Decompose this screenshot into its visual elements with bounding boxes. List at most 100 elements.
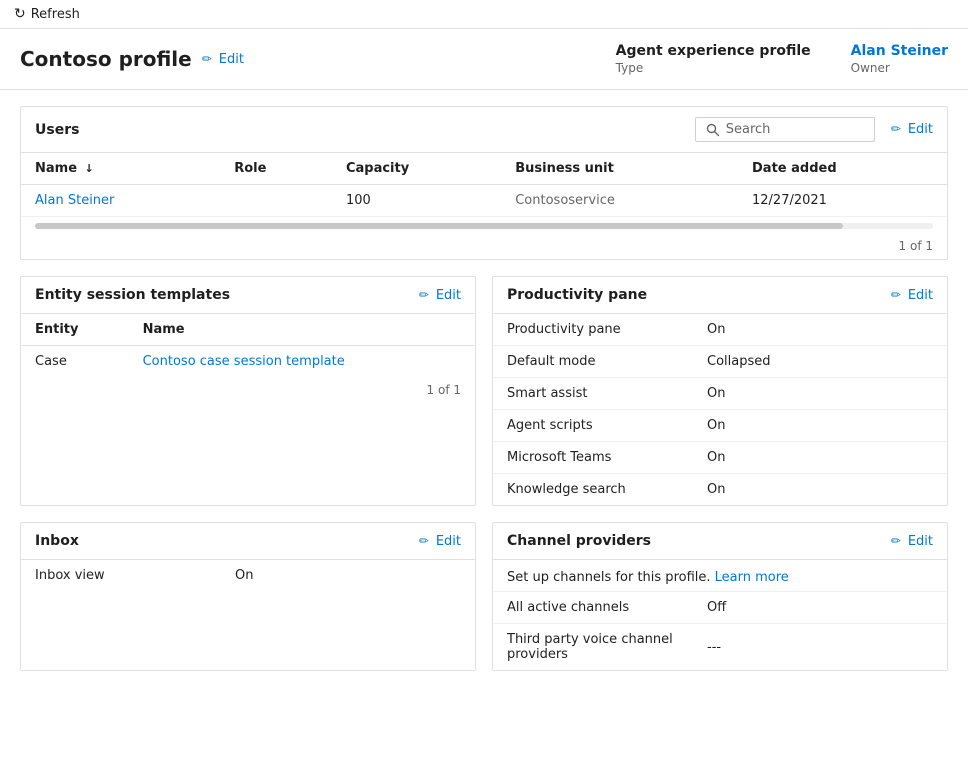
kv-value: On bbox=[707, 450, 725, 465]
col-business-unit: Business unit bbox=[501, 153, 738, 185]
search-icon bbox=[706, 123, 720, 137]
channel-providers-title: Channel providers bbox=[507, 533, 651, 549]
refresh-button[interactable]: Refresh bbox=[31, 7, 80, 22]
list-item: Smart assist On bbox=[493, 378, 947, 410]
productivity-panel-header: Productivity pane Edit bbox=[493, 277, 947, 314]
kv-value: On bbox=[707, 418, 725, 433]
entity-session-header-row: Entity Name bbox=[21, 314, 475, 346]
entity-session-body: Entity Name Case Contoso case session te… bbox=[21, 314, 475, 403]
page-header: Contoso profile Edit Agent experience pr… bbox=[0, 29, 968, 90]
users-section: Users Search Edit Name ↓ bbox=[20, 106, 948, 260]
table-row: Case Contoso case session template bbox=[21, 346, 475, 378]
main-content: Users Search Edit Name ↓ bbox=[0, 106, 968, 691]
pencil-icon bbox=[891, 534, 904, 549]
inbox-edit-button[interactable]: Edit bbox=[419, 534, 461, 549]
users-section-actions: Search Edit bbox=[695, 117, 933, 142]
kv-label: Third party voice channel providers bbox=[507, 632, 707, 662]
users-pagination: 1 of 1 bbox=[21, 233, 947, 259]
list-item: Agent scripts On bbox=[493, 410, 947, 442]
pencil-icon bbox=[202, 52, 215, 67]
col-role: Role bbox=[220, 153, 332, 185]
profile-owner-value: Alan Steiner bbox=[851, 43, 948, 59]
kv-label: Agent scripts bbox=[507, 418, 707, 433]
refresh-icon bbox=[14, 6, 31, 22]
pencil-icon bbox=[891, 122, 904, 137]
inbox-panel-header: Inbox Edit bbox=[21, 523, 475, 560]
kv-value: On bbox=[235, 568, 253, 583]
list-item: Knowledge search On bbox=[493, 474, 947, 505]
scroll-thumb bbox=[35, 223, 843, 229]
inbox-panel: Inbox Edit Inbox view On bbox=[20, 522, 476, 671]
list-item: Third party voice channel providers --- bbox=[493, 624, 947, 670]
profile-type-label: Type bbox=[616, 61, 811, 75]
list-item: Default mode Collapsed bbox=[493, 346, 947, 378]
productivity-panel: Productivity pane Edit Productivity pane… bbox=[492, 276, 948, 506]
header-left: Contoso profile Edit bbox=[20, 47, 244, 71]
learn-more-link[interactable]: Learn more bbox=[715, 570, 789, 585]
profile-type-meta: Agent experience profile Type bbox=[616, 43, 811, 75]
entity-session-pagination: 1 of 1 bbox=[21, 377, 475, 403]
channel-description: Set up channels for this profile. Learn … bbox=[493, 560, 947, 592]
top-bar: Refresh bbox=[0, 0, 968, 29]
kv-value: On bbox=[707, 482, 725, 497]
kv-value: Collapsed bbox=[707, 354, 771, 369]
col-date-added: Date added bbox=[738, 153, 947, 185]
entity-session-panel-header: Entity session templates Edit bbox=[21, 277, 475, 314]
kv-label: Default mode bbox=[507, 354, 707, 369]
kv-label: Microsoft Teams bbox=[507, 450, 707, 465]
list-item: Inbox view On bbox=[21, 560, 475, 591]
channel-providers-panel-header: Channel providers Edit bbox=[493, 523, 947, 560]
channel-providers-edit-button[interactable]: Edit bbox=[891, 534, 933, 549]
bottom-two-col: Inbox Edit Inbox view On Channel provide… bbox=[20, 522, 948, 671]
channel-providers-body: Set up channels for this profile. Learn … bbox=[493, 560, 947, 670]
mid-two-col: Entity session templates Edit Entity Nam… bbox=[20, 276, 948, 506]
kv-value: On bbox=[707, 322, 725, 337]
users-table: Name ↓ Role Capacity Business unit Date … bbox=[21, 153, 947, 217]
kv-label: Inbox view bbox=[35, 568, 235, 583]
user-date-added-cell: 12/27/2021 bbox=[738, 185, 947, 217]
list-item: Productivity pane On bbox=[493, 314, 947, 346]
user-capacity-cell: 100 bbox=[332, 185, 501, 217]
entity-session-edit-button[interactable]: Edit bbox=[419, 288, 461, 303]
pencil-icon bbox=[891, 288, 904, 303]
user-business-unit-cell: Contososervice bbox=[501, 185, 738, 217]
table-row: Alan Steiner 100 Contososervice 12/27/20… bbox=[21, 185, 947, 217]
horizontal-scrollbar[interactable] bbox=[35, 223, 933, 229]
profile-owner-meta: Alan Steiner Owner bbox=[851, 43, 948, 75]
col-capacity: Capacity bbox=[332, 153, 501, 185]
user-name-cell[interactable]: Alan Steiner bbox=[21, 185, 220, 217]
col-name: Name bbox=[129, 314, 475, 346]
users-table-header-row: Name ↓ Role Capacity Business unit Date … bbox=[21, 153, 947, 185]
users-section-header: Users Search Edit bbox=[21, 107, 947, 153]
profile-owner-label: Owner bbox=[851, 61, 948, 75]
kv-label: Productivity pane bbox=[507, 322, 707, 337]
inbox-body: Inbox view On bbox=[21, 560, 475, 591]
kv-value: --- bbox=[707, 640, 721, 655]
inbox-title: Inbox bbox=[35, 533, 79, 549]
search-placeholder: Search bbox=[726, 122, 771, 137]
entity-session-table: Entity Name Case Contoso case session te… bbox=[21, 314, 475, 377]
kv-label: Knowledge search bbox=[507, 482, 707, 497]
list-item: All active channels Off bbox=[493, 592, 947, 624]
entity-cell: Case bbox=[21, 346, 129, 378]
users-edit-button[interactable]: Edit bbox=[891, 122, 933, 137]
productivity-title: Productivity pane bbox=[507, 287, 647, 303]
productivity-body: Productivity pane On Default mode Collap… bbox=[493, 314, 947, 505]
entity-session-title: Entity session templates bbox=[35, 287, 230, 303]
col-entity: Entity bbox=[21, 314, 129, 346]
entity-session-panel: Entity session templates Edit Entity Nam… bbox=[20, 276, 476, 506]
template-name-cell[interactable]: Contoso case session template bbox=[129, 346, 475, 378]
list-item: Microsoft Teams On bbox=[493, 442, 947, 474]
page-title: Contoso profile bbox=[20, 47, 192, 71]
users-section-title: Users bbox=[35, 122, 79, 138]
users-search-input[interactable]: Search bbox=[695, 117, 875, 142]
kv-value: On bbox=[707, 386, 725, 401]
kv-value: Off bbox=[707, 600, 726, 615]
profile-edit-button[interactable]: Edit bbox=[202, 52, 244, 67]
header-right: Agent experience profile Type Alan Stein… bbox=[616, 43, 948, 75]
profile-type-value: Agent experience profile bbox=[616, 43, 811, 59]
productivity-edit-button[interactable]: Edit bbox=[891, 288, 933, 303]
channel-providers-panel: Channel providers Edit Set up channels f… bbox=[492, 522, 948, 671]
pencil-icon bbox=[419, 534, 432, 549]
kv-label: Smart assist bbox=[507, 386, 707, 401]
